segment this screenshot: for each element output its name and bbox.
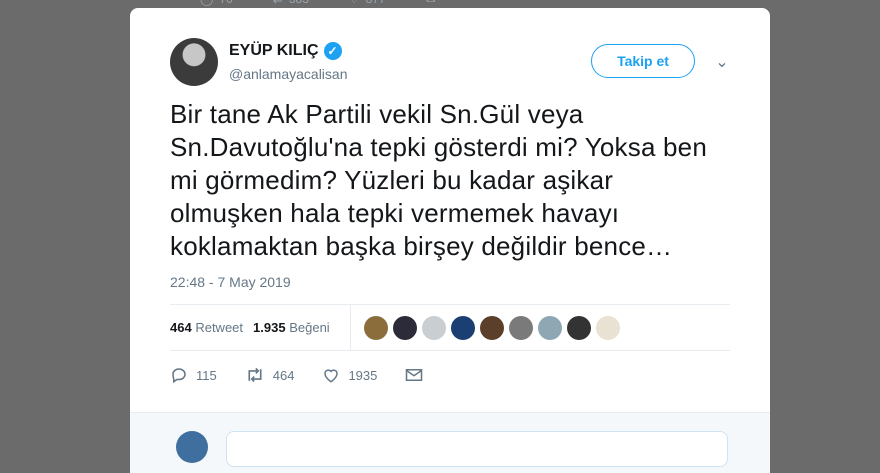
liker-avatars (364, 316, 620, 340)
retweet-button[interactable]: 464 (245, 366, 295, 384)
retweet-count: 464 (272, 367, 295, 383)
liker-avatar[interactable] (509, 316, 533, 340)
divider (170, 350, 730, 351)
like-count: 1935 (348, 367, 378, 383)
chevron-down-icon[interactable]: ⌄ (712, 52, 732, 72)
liker-avatar[interactable] (393, 316, 417, 340)
retweet-stat[interactable]: 464 Retweet (170, 320, 243, 335)
divider (170, 304, 730, 305)
prev-like[interactable]: ♡877 (349, 0, 386, 6)
verified-badge-icon: ✓ (323, 42, 342, 60)
author-name-text: EYÜP KILIÇ (229, 42, 319, 59)
liker-avatar[interactable] (596, 316, 620, 340)
tweet-text: Bir tane Ak Partili vekil Sn.Gül veya Sn… (170, 99, 708, 261)
tweet-actions: 115 464 1935 (170, 366, 451, 384)
retweet-count: 464 (170, 320, 192, 335)
liker-avatar[interactable] (451, 316, 475, 340)
follow-button[interactable]: Takip et (591, 44, 695, 78)
like-count: 1.935 (253, 320, 286, 335)
retweet-icon (245, 366, 265, 384)
divider (350, 304, 351, 350)
retweet-label: Retweet (195, 320, 244, 335)
prev-retweet[interactable]: ⇄383 (273, 0, 309, 6)
tweet-timestamp[interactable]: 22:48 - 7 May 2019 (170, 274, 291, 290)
reply-button[interactable]: 115 (170, 366, 217, 384)
liker-avatar[interactable] (422, 316, 446, 340)
reply-composer (130, 412, 770, 473)
liker-avatar[interactable] (480, 316, 504, 340)
tweet-card: EYÜP KILIÇ ✓ @anlamayacalisan Takip et ⌄… (130, 8, 770, 473)
engagement-stats: 464 Retweet 1.935 Beğeni (170, 320, 330, 335)
liker-avatar[interactable] (364, 316, 388, 340)
liker-avatar[interactable] (567, 316, 591, 340)
avatar (176, 431, 208, 463)
envelope-icon (405, 367, 423, 383)
like-button[interactable]: 1935 (322, 366, 377, 384)
previous-tweet-actions: ◯70 ⇄383 ♡877 ✉ (200, 0, 436, 6)
liker-avatar[interactable] (538, 316, 562, 340)
reply-icon (170, 366, 188, 384)
heart-icon (322, 366, 340, 384)
author-name[interactable]: EYÜP KILIÇ ✓ (229, 42, 342, 60)
retweet-icon: ⇄ (273, 0, 283, 6)
reply-count: 115 (196, 367, 217, 383)
prev-reply[interactable]: ◯70 (200, 0, 233, 6)
like-label: Beğeni (289, 320, 330, 335)
avatar[interactable] (170, 38, 218, 86)
reply-input[interactable] (226, 431, 728, 467)
prev-dm[interactable]: ✉ (426, 0, 436, 6)
envelope-icon: ✉ (426, 0, 436, 6)
reply-icon: ◯ (200, 0, 213, 6)
like-stat[interactable]: 1.935 Beğeni (253, 320, 330, 335)
heart-icon: ♡ (349, 0, 360, 6)
direct-message-button[interactable] (405, 366, 423, 384)
author-handle[interactable]: @anlamayacalisan (229, 66, 348, 82)
